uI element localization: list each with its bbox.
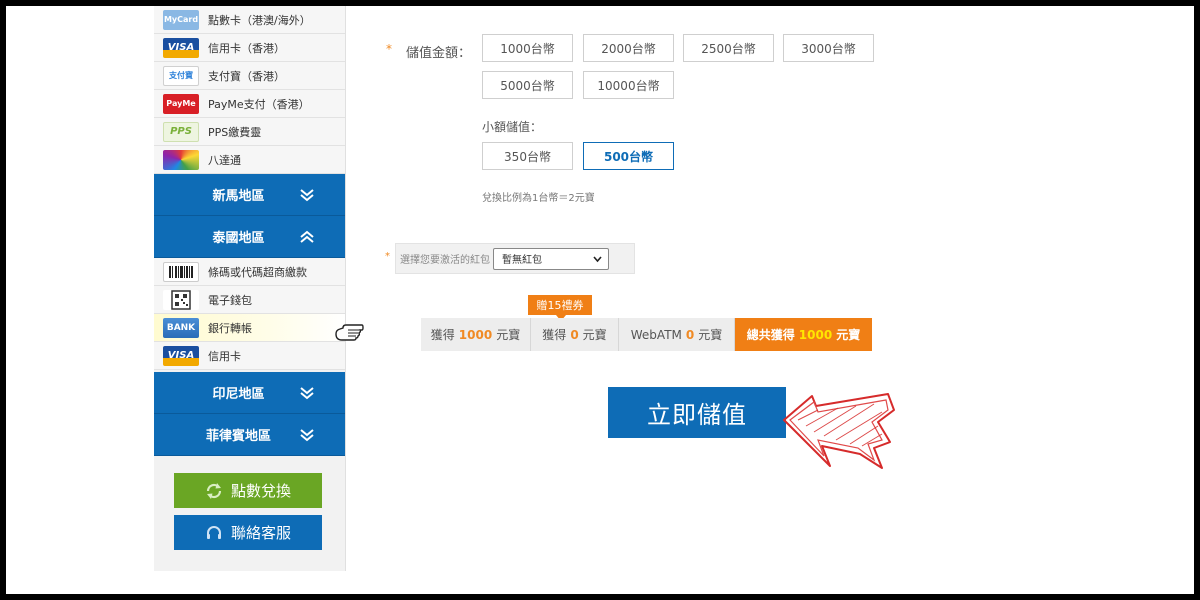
summary-bonus: 獲得 0 元寶: [531, 318, 619, 351]
visa-logo: VISA: [163, 37, 199, 58]
double-chevron-down-icon: [300, 428, 314, 441]
amount-option-2000[interactable]: 2000台幣: [583, 34, 674, 62]
small-amount-option-350[interactable]: 350台幣: [482, 142, 573, 170]
redpacket-label: 選擇您要激活的紅包: [400, 255, 490, 266]
payment-item-octopus[interactable]: 8 八達通: [154, 146, 345, 174]
payment-sidebar: MyCard 點數卡（港澳/海外） VISA 信用卡（香港） 支付寶 支付寶（香…: [154, 6, 346, 571]
small-amount-label: 小額儲值：: [482, 120, 543, 134]
amount-option-1000[interactable]: 1000台幣: [482, 34, 573, 62]
payment-item-label: 八達通: [208, 153, 241, 167]
payment-item-label: 信用卡: [208, 349, 241, 363]
region-label: 印尼地區: [212, 387, 265, 402]
region-label: 菲律賓地區: [205, 429, 271, 444]
topup-submit-button[interactable]: 立即儲值: [608, 387, 786, 438]
payment-item-pps[interactable]: PPS PPS繳費靈: [154, 118, 345, 146]
payment-item-label: PPS繳費靈: [208, 125, 262, 139]
summary-total-prefix: 總共獲得: [746, 328, 795, 342]
summary-bar: 獲得 1000 元寶 獲得 0 元寶 WebATM 0 元寶 總共獲得 1000…: [421, 318, 872, 351]
gift-coupon-badge: 贈15禮券: [528, 295, 592, 321]
required-marker: *: [385, 251, 390, 262]
summary-webatm-suffix: 元寶: [698, 328, 723, 342]
hand-drawn-arrow-icon: [783, 393, 895, 469]
amount-option-5000[interactable]: 5000台幣: [482, 71, 573, 99]
qrcode-icon: [171, 289, 191, 310]
refresh-icon: [206, 482, 222, 499]
payment-item-label: 支付寶（香港）: [208, 69, 285, 83]
payment-item-label: 信用卡（香港）: [208, 41, 285, 55]
redpacket-selector-box: 選擇您要激活的紅包 暫無紅包: [395, 243, 635, 274]
payment-item-label: PayMe支付（香港）: [208, 97, 310, 111]
amount-option-2500[interactable]: 2500台幣: [683, 34, 774, 62]
summary-bonus-value: 0: [570, 327, 579, 342]
region-malaysia[interactable]: 新馬地區: [154, 174, 345, 216]
mycard-logo: MyCard: [163, 9, 199, 30]
chevron-down-icon: [593, 255, 602, 262]
exchange-ratio-note: 兌換比例為1台幣＝2元寶: [482, 193, 595, 204]
double-chevron-up-icon: [300, 230, 314, 243]
summary-get-suffix: 元寶: [496, 328, 521, 342]
required-marker: *: [386, 42, 392, 56]
double-chevron-down-icon: [300, 188, 314, 201]
payment-item-label: 點數卡（港澳/海外）: [208, 13, 311, 27]
exchange-points-button[interactable]: 點數兌換: [174, 473, 322, 508]
summary-get: 獲得 1000 元寶: [421, 318, 531, 351]
summary-total-value: 1000: [798, 327, 833, 342]
summary-webatm-value: 0: [685, 327, 695, 342]
payment-item-ewallet[interactable]: 電子錢包: [154, 286, 345, 314]
headset-icon: [206, 525, 221, 539]
payment-item-visa-hk[interactable]: VISA 信用卡（香港）: [154, 34, 345, 62]
region-label: 泰國地區: [212, 231, 265, 246]
small-amount-option-500[interactable]: 500台幣: [583, 142, 674, 170]
redpacket-select[interactable]: 暫無紅包: [493, 247, 609, 270]
amount-label: 儲值金額：: [406, 46, 472, 61]
exchange-points-label: 點數兌換: [230, 482, 291, 500]
payment-item-visa-th[interactable]: VISA 信用卡: [154, 342, 345, 370]
pointing-hand-icon: [335, 324, 364, 341]
pps-logo: PPS: [163, 121, 199, 142]
payment-item-bank-transfer[interactable]: BANK 銀行轉帳: [154, 314, 345, 342]
region-philippines[interactable]: 菲律賓地區: [154, 414, 345, 456]
payment-item-payme[interactable]: PayMe PayMe支付（香港）: [154, 90, 345, 118]
qrcode-logo: [163, 289, 199, 310]
payment-item-label: 電子錢包: [208, 293, 252, 307]
payment-item-barcode[interactable]: 條碼或代碼超商繳款: [154, 258, 345, 286]
double-chevron-down-icon: [300, 386, 314, 399]
visa-logo: VISA: [163, 345, 199, 366]
summary-webatm-prefix: WebATM: [630, 327, 682, 342]
region-thailand[interactable]: 泰國地區: [154, 216, 345, 258]
summary-webatm: WebATM 0 元寶: [619, 318, 735, 351]
octopus-logo: 8: [163, 149, 199, 170]
barcode-icon: [169, 265, 193, 278]
payme-logo: PayMe: [163, 93, 199, 114]
amount-option-10000[interactable]: 10000台幣: [583, 71, 674, 99]
bank-logo: BANK: [163, 317, 199, 338]
contact-support-label: 聯絡客服: [230, 524, 291, 542]
summary-get-prefix: 獲得: [430, 328, 455, 342]
alipay-logo: 支付寶: [163, 65, 199, 86]
amount-option-3000[interactable]: 3000台幣: [783, 34, 874, 62]
payment-item-label: 條碼或代碼超商繳款: [208, 265, 307, 279]
summary-total: 總共獲得 1000 元寶: [735, 318, 872, 351]
region-label: 新馬地區: [212, 189, 265, 204]
payment-item-label: 銀行轉帳: [208, 321, 252, 335]
payment-item-mycard[interactable]: MyCard 點數卡（港澳/海外）: [154, 6, 345, 34]
summary-bonus-prefix: 獲得: [542, 328, 567, 342]
summary-bonus-suffix: 元寶: [582, 328, 607, 342]
payment-item-alipay-hk[interactable]: 支付寶 支付寶（香港）: [154, 62, 345, 90]
summary-get-value: 1000: [458, 327, 493, 342]
summary-total-suffix: 元寶: [836, 328, 861, 342]
barcode-logo: [163, 261, 199, 282]
region-indonesia[interactable]: 印尼地區: [154, 372, 345, 414]
redpacket-select-value: 暫無紅包: [502, 255, 542, 266]
contact-support-button[interactable]: 聯絡客服: [174, 515, 322, 550]
